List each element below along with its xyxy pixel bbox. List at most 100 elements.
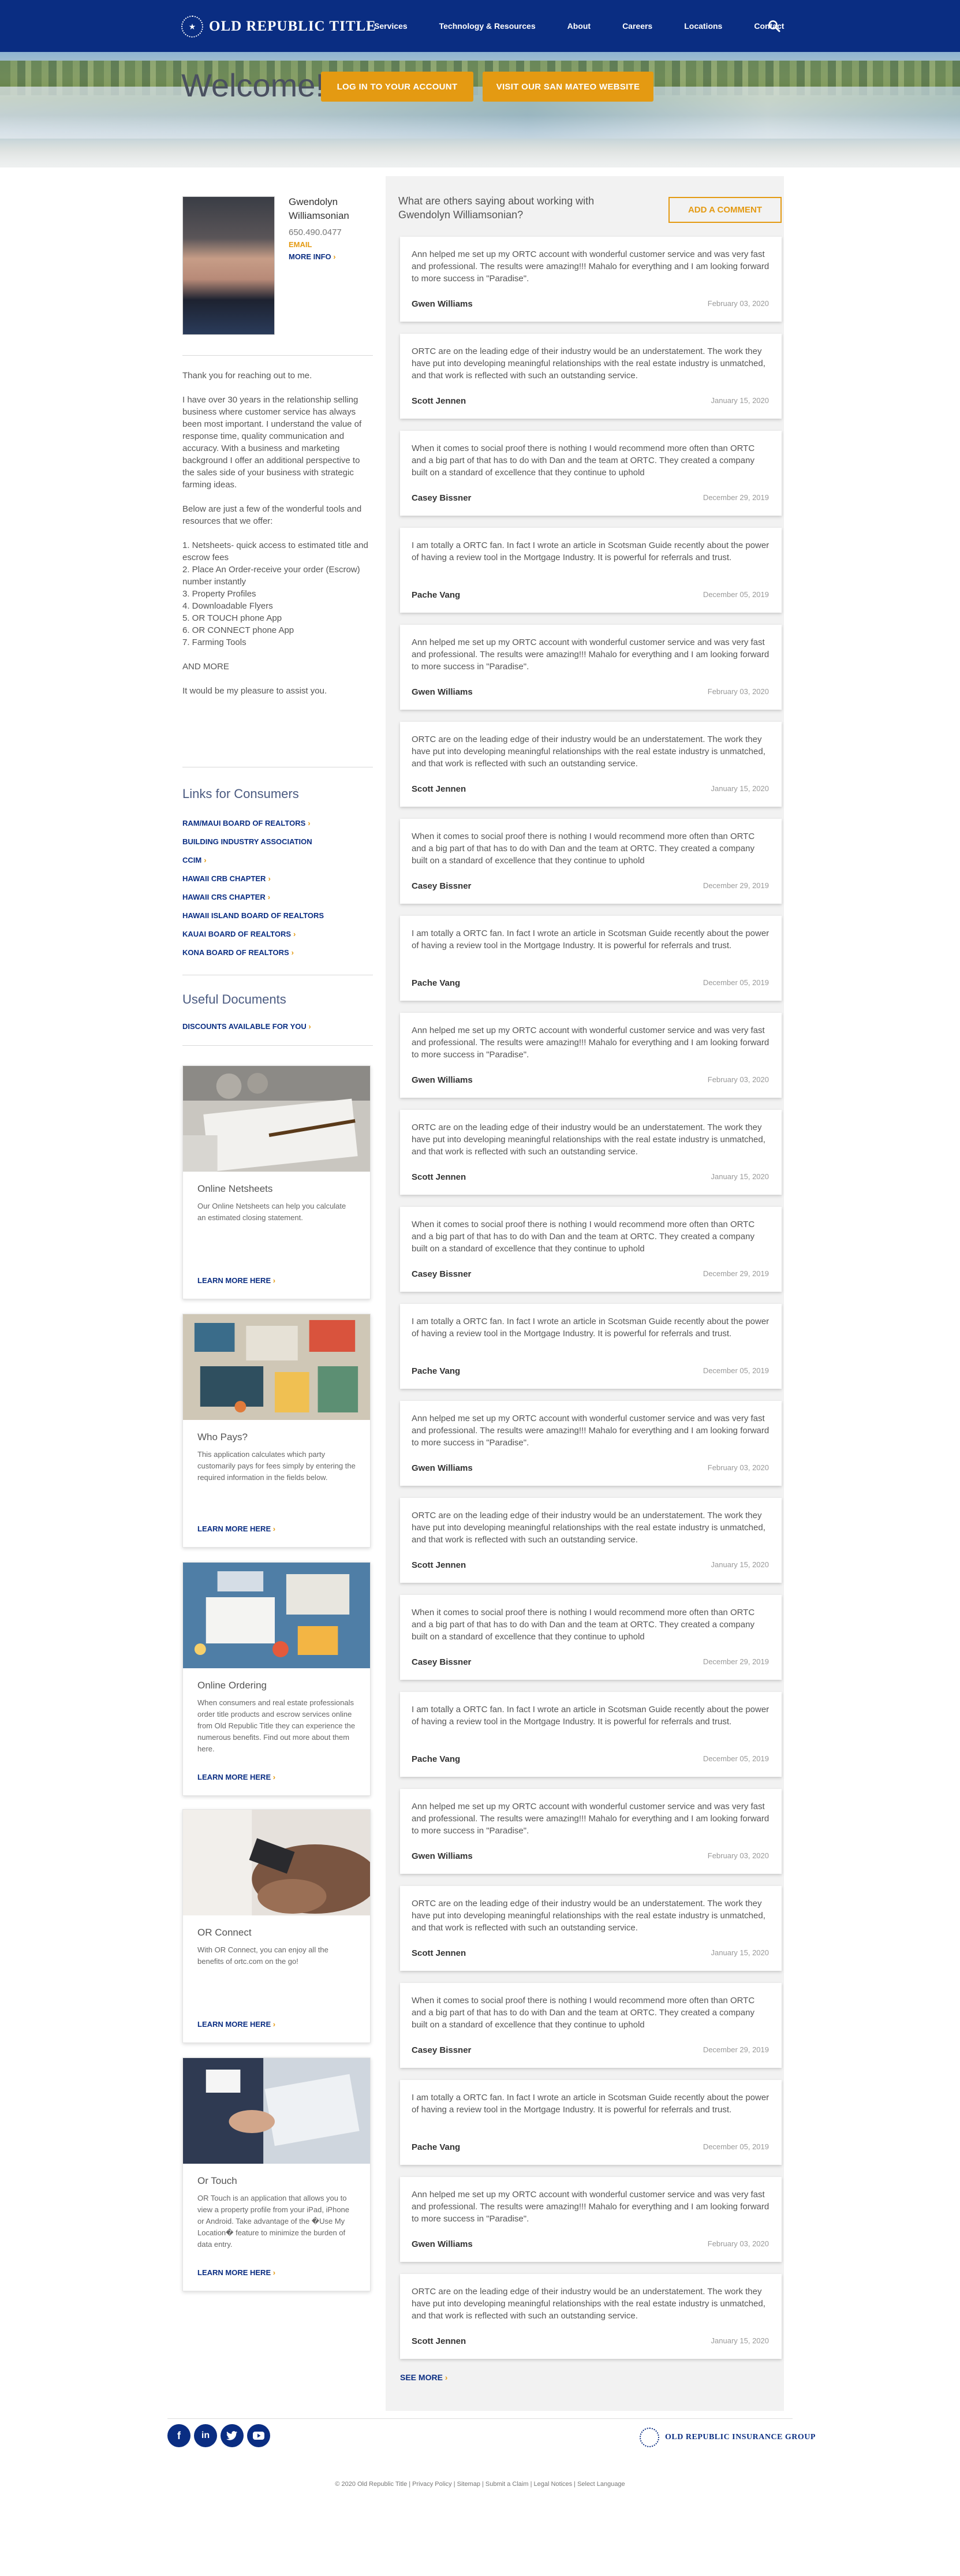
see-more-label: SEE MORE [400, 2373, 443, 2382]
review-text: I am totally a ORTC fan. In fact I wrote… [412, 929, 770, 950]
review-text: Ann helped me set up my ORTC account wit… [412, 249, 770, 284]
learn-more-label: LEARN MORE HERE [197, 1773, 271, 1781]
review-date: December 29, 2019 [703, 493, 769, 502]
review-date: January 15, 2020 [711, 2336, 769, 2345]
consumer-link-label: RAM/MAUI BOARD OF REALTORS [182, 819, 306, 827]
linkedin-icon[interactable]: in [194, 2424, 217, 2447]
review-author: Gwen Williams [412, 1851, 473, 1861]
card-title: Online Netsheets [197, 1183, 273, 1194]
review-card: ORTC are on the leading edge of their in… [400, 1498, 782, 1583]
card-description: With OR Connect, you can enjoy all the b… [197, 1945, 328, 1966]
old-republic-insurance-group-logo[interactable]: OLD REPUBLIC INSURANCE GROUP [640, 2428, 816, 2447]
tools-item: 6. OR CONNECT phone App [182, 625, 294, 635]
review-date: January 15, 2020 [711, 784, 769, 793]
consumer-link[interactable]: HAWAII ISLAND BOARD OF REALTORS [182, 907, 373, 925]
learn-more-link[interactable]: LEARN MORE HERE › [197, 1524, 275, 1533]
twitter-icon[interactable] [221, 2424, 244, 2447]
nav-item-about[interactable]: About [567, 21, 591, 31]
consumer-link[interactable]: HAWAII CRB CHAPTER › [182, 870, 373, 888]
review-card: I am totally a ORTC fan. In fact I wrote… [400, 1692, 782, 1777]
nav-item-careers[interactable]: Careers [622, 21, 652, 31]
learn-more-link[interactable]: LEARN MORE HERE › [197, 1773, 275, 1781]
nav-item-locations[interactable]: Locations [684, 21, 722, 31]
review-date: January 15, 2020 [711, 1172, 769, 1181]
agent-photo [182, 196, 275, 335]
learn-more-link[interactable]: LEARN MORE HERE › [197, 2268, 275, 2277]
login-button[interactable]: LOG IN TO YOUR ACCOUNT [321, 72, 473, 102]
review-date: December 05, 2019 [703, 1366, 769, 1375]
review-card: Ann helped me set up my ORTC account wit… [400, 1789, 782, 1874]
footer-divider [167, 2418, 793, 2419]
discounts-link[interactable]: DISCOUNTS AVAILABLE FOR YOU › [182, 1022, 311, 1031]
agent-email-link[interactable]: EMAIL [289, 240, 312, 249]
review-card: Ann helped me set up my ORTC account wit… [400, 625, 782, 710]
consumer-link[interactable]: KAUAI BOARD OF REALTORS › [182, 925, 373, 944]
review-text: Ann helped me set up my ORTC account wit… [412, 1802, 770, 1836]
review-text: ORTC are on the leading edge of their in… [412, 346, 765, 381]
tools-item: 4. Downloadable Flyers [182, 601, 273, 611]
review-card: ORTC are on the leading edge of their in… [400, 722, 782, 807]
review-card: ORTC are on the leading edge of their in… [400, 1886, 782, 1971]
site-logo[interactable]: ★ OLD REPUBLIC TITLE [181, 14, 376, 39]
insurance-group-seal-icon [640, 2428, 659, 2447]
review-text: Ann helped me set up my ORTC account wit… [412, 2190, 770, 2224]
card-online-netsheets: Online Netsheets Our Online Netsheets ca… [182, 1065, 371, 1299]
who-pays-image [183, 1314, 370, 1420]
consumer-link[interactable]: BUILDING INDUSTRY ASSOCIATION [182, 833, 373, 851]
review-date: February 03, 2020 [707, 687, 769, 696]
bio-paragraph: It would be my pleasure to assist you. [182, 686, 327, 696]
facebook-icon[interactable]: f [167, 2424, 190, 2447]
learn-more-link[interactable]: LEARN MORE HERE › [197, 2020, 275, 2029]
youtube-icon[interactable] [247, 2424, 270, 2447]
more-info-label: MORE INFO [289, 252, 331, 261]
chevron-right-icon: › [272, 1276, 276, 1285]
consumer-link[interactable]: CCIM › [182, 851, 373, 870]
consumer-link-label: KAUAI BOARD OF REALTORS [182, 930, 292, 938]
chevron-right-icon: › [204, 856, 207, 864]
agent-name: Gwendolyn Williamsonian [289, 196, 349, 221]
consumer-links-heading: Links for Consumers [182, 786, 299, 801]
card-title: Online Ordering [197, 1680, 267, 1691]
learn-more-link[interactable]: LEARN MORE HERE › [197, 1276, 275, 1285]
review-text: I am totally a ORTC fan. In fact I wrote… [412, 2093, 770, 2115]
review-text: When it comes to social proof there is n… [412, 1220, 755, 1254]
card-description: When consumers and real estate professio… [197, 1698, 356, 1753]
review-card: I am totally a ORTC fan. In fact I wrote… [400, 916, 782, 1001]
review-author: Scott Jennen [412, 2336, 466, 2346]
review-author: Casey Bissner [412, 881, 472, 891]
top-nav: ★ OLD REPUBLIC TITLE Services Technology… [0, 0, 960, 52]
consumer-link[interactable]: HAWAII CRS CHAPTER › [182, 888, 373, 907]
review-date: January 15, 2020 [711, 1948, 769, 1957]
review-author: Gwen Williams [412, 2239, 473, 2249]
review-text: When it comes to social proof there is n… [412, 1996, 755, 2030]
review-author: Casey Bissner [412, 2045, 472, 2055]
consumer-link[interactable]: KONA BOARD OF REALTORS › [182, 944, 373, 962]
online-ordering-image [183, 1563, 370, 1668]
agent-more-info-link[interactable]: MORE INFO › [289, 252, 336, 261]
review-card: ORTC are on the leading edge of their in… [400, 1110, 782, 1195]
see-more-link[interactable]: SEE MORE › [400, 2373, 447, 2382]
consumer-link[interactable]: RAM/MAUI BOARD OF REALTORS › [182, 814, 373, 833]
bio-paragraph: AND MORE [182, 662, 229, 672]
divider [182, 1045, 373, 1046]
agent-phone[interactable]: 650.490.0477 [289, 228, 342, 237]
review-author: Pache Vang [412, 978, 461, 988]
chevron-right-icon: › [308, 1022, 311, 1031]
review-text: Ann helped me set up my ORTC account wit… [412, 1026, 770, 1060]
review-date: December 05, 2019 [703, 978, 769, 987]
search-icon[interactable] [768, 20, 780, 32]
chevron-right-icon: › [268, 874, 271, 883]
tools-item: 2. Place An Order-receive your order (Es… [182, 565, 360, 587]
chevron-right-icon: › [293, 930, 296, 938]
add-comment-button[interactable]: ADD A COMMENT [668, 197, 782, 223]
review-card: Ann helped me set up my ORTC account wit… [400, 237, 782, 322]
bio-paragraph: Below are just a few of the wonderful to… [182, 504, 362, 526]
review-author: Scott Jennen [412, 1172, 466, 1182]
useful-documents-heading: Useful Documents [182, 992, 286, 1006]
card-or-touch: Or Touch OR Touch is an application that… [182, 2057, 371, 2291]
nav-item-technology[interactable]: Technology & Resources [439, 21, 536, 31]
nav-item-services[interactable]: Services [374, 21, 408, 31]
consumer-link-label: CCIM [182, 856, 202, 864]
visit-website-button[interactable]: VISIT OUR SAN MATEO WEBSITE [483, 72, 653, 102]
netsheets-image [183, 1066, 370, 1172]
